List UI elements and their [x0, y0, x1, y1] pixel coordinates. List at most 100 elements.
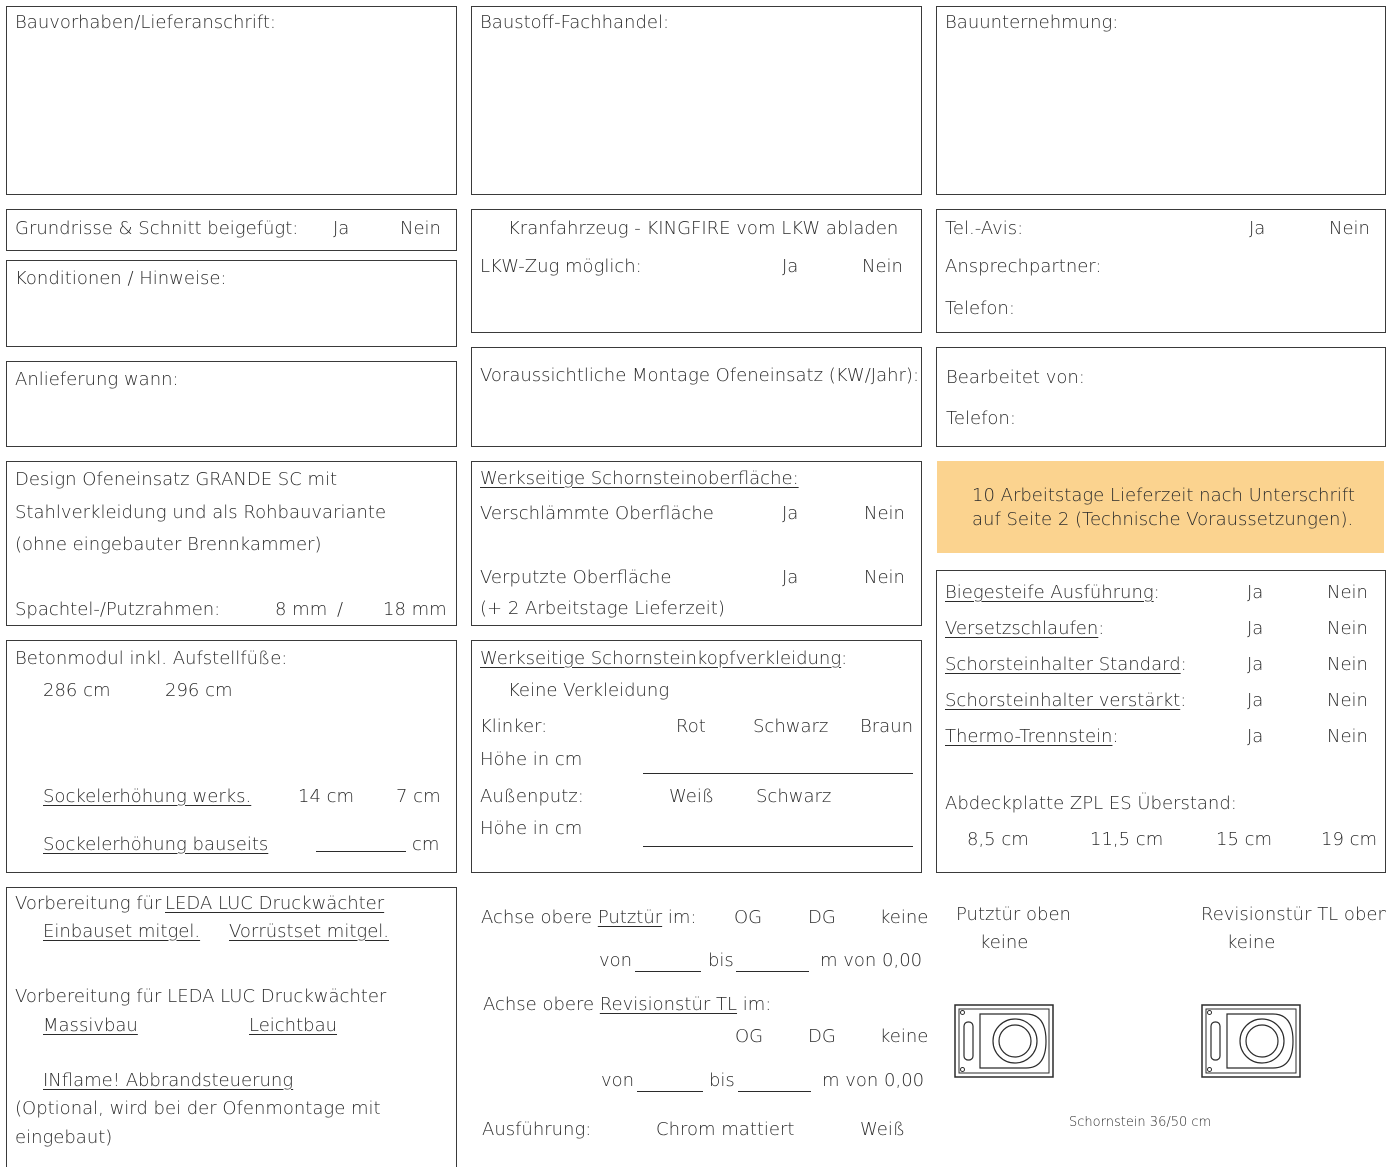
rev-keine[interactable]: keine [880, 1028, 928, 1046]
achse-rev-wrap: Achse obere Revisionstür TL im: [483, 996, 771, 1014]
konditionen-label: Konditionen / Hinweise: [15, 268, 227, 289]
chimney-cross-section-icon[interactable] [1201, 1004, 1301, 1078]
option-ja[interactable]: Ja [1247, 728, 1263, 746]
leichtbau-option[interactable]: Leichtbau [249, 1017, 337, 1035]
telefon2-label: Telefon: [946, 408, 1016, 429]
lkw-ja[interactable]: Ja [782, 258, 798, 276]
abdeck-label: Abdeckplatte ZPL ES Überstand: [945, 793, 1237, 814]
montage-box[interactable] [471, 347, 922, 447]
klinker-hoehe-input-line[interactable] [643, 773, 913, 774]
sockel-werks-label: Sockelerhöhung werks. [43, 786, 252, 807]
putz-von-input[interactable] [635, 971, 701, 972]
lkw-nein[interactable]: Nein [862, 258, 903, 276]
rev-dg[interactable]: DG [808, 1028, 836, 1046]
putz-dg[interactable]: DG [808, 909, 836, 927]
design-line1: Design Ofeneinsatz GRANDE SC mit [15, 469, 338, 490]
vorruestset-option[interactable]: Vorrüstset mitgel. [229, 923, 389, 941]
sockel-bauseits-unit: cm [412, 834, 440, 855]
telavis-nein[interactable]: Nein [1329, 220, 1370, 238]
betonmodul-opt-296[interactable]: 296 cm [165, 682, 233, 700]
aussenputz-schwarz[interactable]: Schwarz [756, 788, 831, 806]
kran-label: Kranfahrzeug - KINGFIRE vom LKW abladen [508, 218, 899, 239]
putz-bis-input[interactable] [736, 971, 809, 972]
sockel-werks-7cm[interactable]: 7 cm [396, 788, 441, 806]
putz-og[interactable]: OG [734, 909, 762, 927]
lkw-label: LKW-Zug möglich: [480, 256, 642, 277]
sockel-bauseits-label: Sockelerhöhung bauseits [43, 834, 269, 855]
spachtel-opt-18mm[interactable]: 18 mm [383, 601, 447, 619]
sockel-bauseits-input-line[interactable] [316, 851, 406, 852]
option-nein[interactable]: Nein [1327, 656, 1368, 674]
kopf-colon: : [841, 648, 848, 669]
verschlaemmt-label: Verschlämmte Oberfläche [480, 503, 714, 524]
fachhandel-box[interactable] [471, 6, 922, 195]
inflame-option[interactable]: INflame! Abbrandsteuerung [43, 1072, 293, 1090]
revision-keine-option[interactable]: keine [1227, 934, 1275, 952]
putz-von-label: von [599, 950, 633, 971]
ausfuehrung-weiss[interactable]: Weiß [860, 1121, 905, 1139]
aussenputz-label: Außenputz: [480, 786, 584, 807]
massivbau-option[interactable]: Massivbau [43, 1017, 138, 1035]
klinker-schwarz[interactable]: Schwarz [753, 718, 828, 736]
bauunternehmung-box[interactable] [936, 6, 1386, 195]
verputzt-ja[interactable]: Ja [782, 569, 798, 587]
putz-keine[interactable]: keine [880, 909, 928, 927]
option-label-text: Biegesteife Ausführung [945, 582, 1154, 603]
note-line1: 10 Arbeitstage Lieferzeit nach Unterschr… [972, 485, 1355, 506]
option-ja[interactable]: Ja [1247, 620, 1263, 638]
oberflaeche-title: Werkseitige Schornsteinoberfläche: [480, 468, 799, 489]
einbauset-option[interactable]: Einbauset mitgel. [43, 923, 200, 941]
verschlaemmt-ja[interactable]: Ja [782, 505, 798, 523]
verputzt-nein[interactable]: Nein [864, 569, 905, 587]
option-label-colon: : [1112, 726, 1119, 747]
kopf-title-wrap: Werkseitige Schornsteinkopfverkleidung: [480, 650, 847, 668]
keine-verkleidung-option[interactable]: Keine Verkleidung [508, 682, 669, 700]
option-nein[interactable]: Nein [1327, 728, 1368, 746]
abdeck-opt-2[interactable]: 15 cm [1216, 831, 1272, 849]
aussenputz-hoehe-input-line[interactable] [643, 846, 913, 847]
option-ja[interactable]: Ja [1247, 656, 1263, 674]
grundrisse-label: Grundrisse & Schnitt beigefügt: [15, 218, 299, 239]
rev-og[interactable]: OG [735, 1028, 763, 1046]
spachtel-opt-8mm[interactable]: 8 mm [275, 601, 327, 619]
option-ja[interactable]: Ja [1247, 584, 1263, 602]
achse-rev-prefix: Achse obere [483, 994, 595, 1015]
achse-putz-prefix: Achse obere [481, 907, 593, 928]
verschlaemmt-nein[interactable]: Nein [864, 505, 905, 523]
telavis-label: Tel.-Avis: [945, 218, 1024, 239]
option-ja[interactable]: Ja [1247, 692, 1263, 710]
telefon-label: Telefon: [945, 298, 1015, 319]
telavis-ja[interactable]: Ja [1249, 220, 1265, 238]
option-nein[interactable]: Nein [1327, 620, 1368, 638]
rev-bis-input[interactable] [738, 1091, 811, 1092]
leda-luc-link[interactable]: LEDA LUC Druckwächter [165, 895, 384, 913]
klinker-braun[interactable]: Braun [860, 718, 913, 736]
option-label-text: Thermo-Trennstein [945, 726, 1113, 747]
vorbereitung-line2: Vorbereitung für LEDA LUC Druckwächter [15, 986, 387, 1007]
putztuer-keine-option[interactable]: keine [980, 934, 1028, 952]
bauvorhaben-box[interactable] [6, 6, 457, 195]
betonmodul-opt-286[interactable]: 286 cm [43, 682, 111, 700]
abdeck-opt-1[interactable]: 11,5 cm [1090, 831, 1163, 849]
option-nein[interactable]: Nein [1327, 692, 1368, 710]
putz-bis-label: bis [708, 950, 734, 971]
design-line2: Stahlverkleidung und als Rohbauvariante [15, 502, 387, 523]
chimney-cross-section-icon[interactable] [954, 1004, 1054, 1078]
grundrisse-nein[interactable]: Nein [400, 220, 441, 238]
rev-mvon: m von 0,00 [822, 1070, 925, 1091]
ausfuehrung-chrom[interactable]: Chrom mattiert [656, 1121, 794, 1139]
option-label-colon: : [1098, 618, 1105, 639]
option-nein[interactable]: Nein [1327, 584, 1368, 602]
abdeck-opt-3[interactable]: 19 cm [1321, 831, 1377, 849]
grundrisse-ja[interactable]: Ja [333, 220, 349, 238]
sockel-werks-14cm[interactable]: 14 cm [298, 788, 354, 806]
abdeck-opt-0[interactable]: 8,5 cm [967, 831, 1029, 849]
aussenputz-weiss[interactable]: Weiß [669, 788, 714, 806]
achse-putz-suffix: im: [667, 907, 697, 928]
bearbeitet-label: Bearbeitet von: [946, 367, 1085, 388]
rev-von-input[interactable] [637, 1091, 703, 1092]
fachhandel-label: Baustoff-Fachhandel: [480, 12, 670, 33]
option-label-text: Schorsteinhalter verstärkt [945, 690, 1181, 711]
klinker-rot[interactable]: Rot [676, 718, 706, 736]
rev-bis-label: bis [709, 1070, 735, 1091]
